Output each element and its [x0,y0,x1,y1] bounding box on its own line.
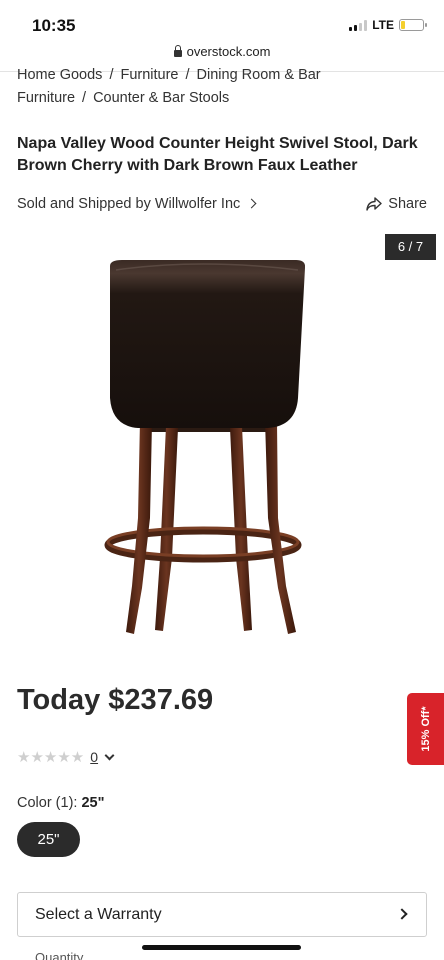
breadcrumb-furniture[interactable]: Furniture [120,67,178,83]
breadcrumb-separator: / [82,90,87,106]
product-price: Today $237.69 [17,684,214,716]
rating-row[interactable]: ★★★★★ 0 [17,748,115,766]
status-bar: 10:35 LTE [0,0,444,44]
breadcrumb-counter-bar-stools[interactable]: Counter & Bar Stools [93,90,229,106]
share-label: Share [388,196,427,212]
share-button[interactable]: Share [366,196,427,212]
breadcrumb-separator: / [109,67,114,83]
quantity-label: Quantity [35,950,84,960]
lock-icon [173,45,182,57]
breadcrumb-home-goods[interactable]: Home Goods [17,67,102,83]
option-25-button[interactable]: 25" [17,822,80,857]
promo-label: 15% Off* [419,706,432,752]
network-type: LTE [372,18,394,32]
breadcrumb: Home Goods / Furniture / Dining Room & Bar F… [17,64,432,110]
url-text: overstock.com [186,44,271,59]
sold-by-prefix: Sold and Shipped by [17,196,151,212]
star-rating-icon: ★★★★★ [17,749,85,766]
color-selected-value: 25" [81,795,105,811]
status-indicators: LTE [349,18,427,32]
breadcrumb-separator: / [185,67,190,83]
product-title: Napa Valley Wood Counter Height Swivel S… [17,135,418,174]
seller-name: Willwolfer Inc [154,196,241,212]
promo-tab[interactable]: 15% Off* [407,693,444,765]
seller-link[interactable]: Sold and Shipped by Willwolfer Inc [17,196,257,212]
battery-icon [399,19,427,31]
status-time: 10:35 [32,16,76,35]
product-image[interactable] [100,258,305,643]
signal-icon [349,19,368,31]
chevron-right-icon [246,198,257,209]
review-count[interactable]: 0 [90,749,98,765]
color-label-text: Color (1): [17,795,78,811]
warranty-label: Select a Warranty [35,906,162,923]
chevron-right-icon [396,908,408,920]
select-warranty-button[interactable]: Select a Warranty [17,892,427,937]
share-arrow-icon [366,197,382,211]
image-counter: 6 / 7 [385,234,436,260]
home-indicator[interactable] [142,945,301,950]
seller-row: Sold and Shipped by Willwolfer Inc Share [17,196,427,216]
chevron-down-icon[interactable] [104,750,115,760]
color-label: Color (1): 25" [17,795,104,811]
